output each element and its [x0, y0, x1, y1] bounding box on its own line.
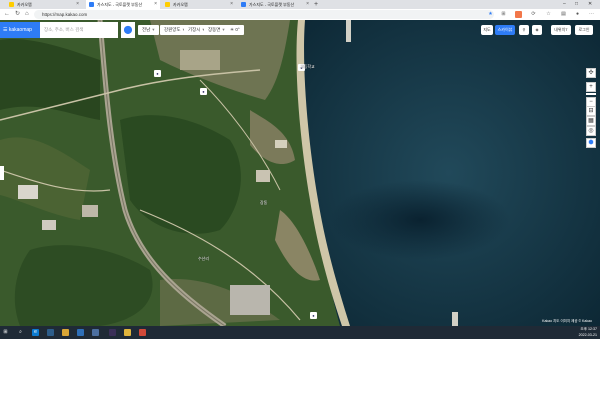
roadview-icon[interactable]: ⚲ [519, 25, 529, 35]
button-label: 로그인 [578, 27, 590, 32]
compass-icon[interactable]: ✣ [586, 68, 596, 78]
side-panel-toggle[interactable] [0, 166, 4, 180]
region-crumb[interactable]: 전남 ▾ [138, 25, 159, 35]
radius-tool-icon[interactable]: ◎ [586, 126, 596, 136]
skyview-button[interactable]: 스카이뷰 [495, 25, 515, 35]
place-label: 장동 [260, 200, 268, 205]
search-icon[interactable]: ⌕ [17, 329, 24, 336]
location-shield-icon[interactable]: ⬢ [586, 138, 596, 148]
home-icon[interactable]: ⌂ [25, 9, 29, 20]
crumb-label: 강원양도 [164, 27, 181, 32]
close-tab-icon[interactable]: × [76, 0, 79, 9]
map-attribution: Kakao 지도 이미지 제공 © Kakao [542, 319, 592, 323]
map-marker-icon[interactable]: ● [154, 70, 161, 77]
logo-text: kakaomap [8, 27, 32, 33]
my-location-button[interactable]: 내위치T [551, 25, 571, 35]
minimize-button[interactable]: – [563, 0, 566, 9]
kakao-favicon-icon [165, 2, 170, 7]
folder-icon[interactable] [62, 329, 69, 336]
layers-icon[interactable]: ◈ [532, 25, 542, 35]
browser-tab-active[interactable]: 가스지도 - 국토플랫 부동산 × [86, 0, 160, 9]
bookmark-star-icon[interactable]: ★ [487, 11, 494, 18]
maximize-button[interactable]: □ [575, 0, 578, 9]
crumb-label: 기장시 [188, 27, 201, 32]
kakao-favicon-icon [9, 2, 14, 7]
login-button[interactable]: 로그인 [575, 25, 593, 35]
region-crumb[interactable]: 장동면 ▾ [204, 25, 229, 35]
system-clock[interactable]: 오후 12:37 2022-03-21 [579, 326, 597, 338]
map-header: ☰ kakaomap 장소, 주소, 버스 검색 ⬤ 전남▾ 강원양도▾ 기장시… [0, 20, 600, 40]
zoom-slider[interactable] [586, 93, 596, 95]
close-tab-icon[interactable]: × [230, 0, 233, 9]
extension-icon[interactable] [515, 11, 522, 18]
search-input[interactable]: 장소, 주소, 버스 검색 [40, 22, 118, 38]
map-view[interactable]: ● ● ● ● 고등학교 수산리 장동 ☰ kakaomap 장소, 주소, 버… [0, 20, 600, 326]
button-label: 스카이뷰 [497, 27, 513, 32]
weather-icon: ☀ [230, 27, 235, 32]
crumb-label: 장동면 [208, 27, 221, 32]
back-arrow-icon[interactable]: ← [4, 9, 10, 20]
chrome-browser-icon[interactable] [124, 329, 131, 336]
more-menu-icon[interactable]: ⋯ [588, 11, 595, 18]
close-tab-icon[interactable]: × [306, 0, 309, 9]
address-bar[interactable]: https://map.kakao.com [34, 10, 494, 19]
windows-start-icon[interactable]: ⊞ [2, 329, 9, 336]
site-favicon-icon [241, 2, 246, 7]
chevron-down-icon: ▾ [152, 27, 155, 32]
clock-date: 2022-03-21 [578, 333, 597, 337]
menu-icon[interactable]: ☰ [3, 27, 7, 33]
mail-icon[interactable] [77, 329, 84, 336]
profile-icon[interactable]: ● [574, 11, 581, 18]
place-label: 수산리 [198, 256, 210, 261]
browser-tab[interactable]: 카카오맵 × [6, 0, 82, 9]
map-view-button[interactable]: 지도 [481, 25, 493, 35]
collections-icon[interactable]: ▤ [560, 11, 567, 18]
extensions-icon[interactable]: ⊞ [500, 11, 507, 18]
chevron-down-icon: ▾ [222, 27, 225, 32]
weather-temp: 0° [235, 27, 240, 32]
new-tab-button[interactable]: + [314, 0, 318, 9]
button-label: 지도 [483, 27, 491, 32]
browser-tab[interactable]: 가스지도 - 국토플랫 부동산 × [238, 0, 312, 9]
refresh-extension-icon[interactable]: ⟳ [530, 11, 537, 18]
location-pin-icon[interactable]: ⬤ [121, 22, 135, 38]
distance-tool-icon[interactable]: ⊟ [586, 106, 596, 116]
app-icon[interactable] [139, 329, 146, 336]
zoom-in-button[interactable]: + [586, 82, 596, 92]
map-marker-icon[interactable]: ● [200, 88, 207, 95]
weather-widget[interactable]: ☀ 0° [226, 25, 244, 35]
close-window-button[interactable]: ✕ [588, 0, 592, 9]
search-placeholder: 장소, 주소, 버스 검색 [44, 27, 84, 32]
browser-tab[interactable]: 카카오맵 × [162, 0, 236, 9]
crumb-label: 전남 [142, 27, 151, 32]
button-label: 내위치T [554, 27, 568, 32]
url-text: https://map.kakao.com [42, 12, 88, 17]
browser-tab-bar: 카카오맵 × 가스지도 - 국토플랫 부동산 × 카카오맵 × 가스지도 - 국… [0, 0, 600, 9]
tab-title: 가스지도 - 국토플랫 부동산 [97, 2, 143, 7]
map-marker-icon[interactable]: ● [310, 312, 317, 319]
kakaomap-logo[interactable]: ☰ kakaomap [0, 22, 40, 38]
place-label: 고등학교 [300, 64, 315, 69]
edge-browser-icon[interactable]: e [32, 329, 39, 336]
favorites-icon[interactable]: ☆ [545, 11, 552, 18]
tab-title: 카카오맵 [17, 2, 32, 7]
tab-title: 카카오맵 [173, 2, 188, 7]
area-tool-icon[interactable]: ▦ [586, 116, 596, 126]
close-tab-icon[interactable]: × [154, 0, 157, 9]
app-icon[interactable] [109, 329, 116, 336]
os-taskbar: ⊞ ⌕ e 오후 12:37 2022-03-21 [0, 326, 600, 339]
reload-icon[interactable]: ↻ [15, 9, 20, 20]
screen: 카카오맵 × 가스지도 - 국토플랫 부동산 × 카카오맵 × 가스지도 - 국… [0, 0, 600, 339]
tab-title: 가스지도 - 국토플랫 부동산 [249, 2, 295, 7]
store-icon[interactable] [92, 329, 99, 336]
site-favicon-icon [89, 2, 94, 7]
file-manager-icon[interactable] [47, 329, 54, 336]
